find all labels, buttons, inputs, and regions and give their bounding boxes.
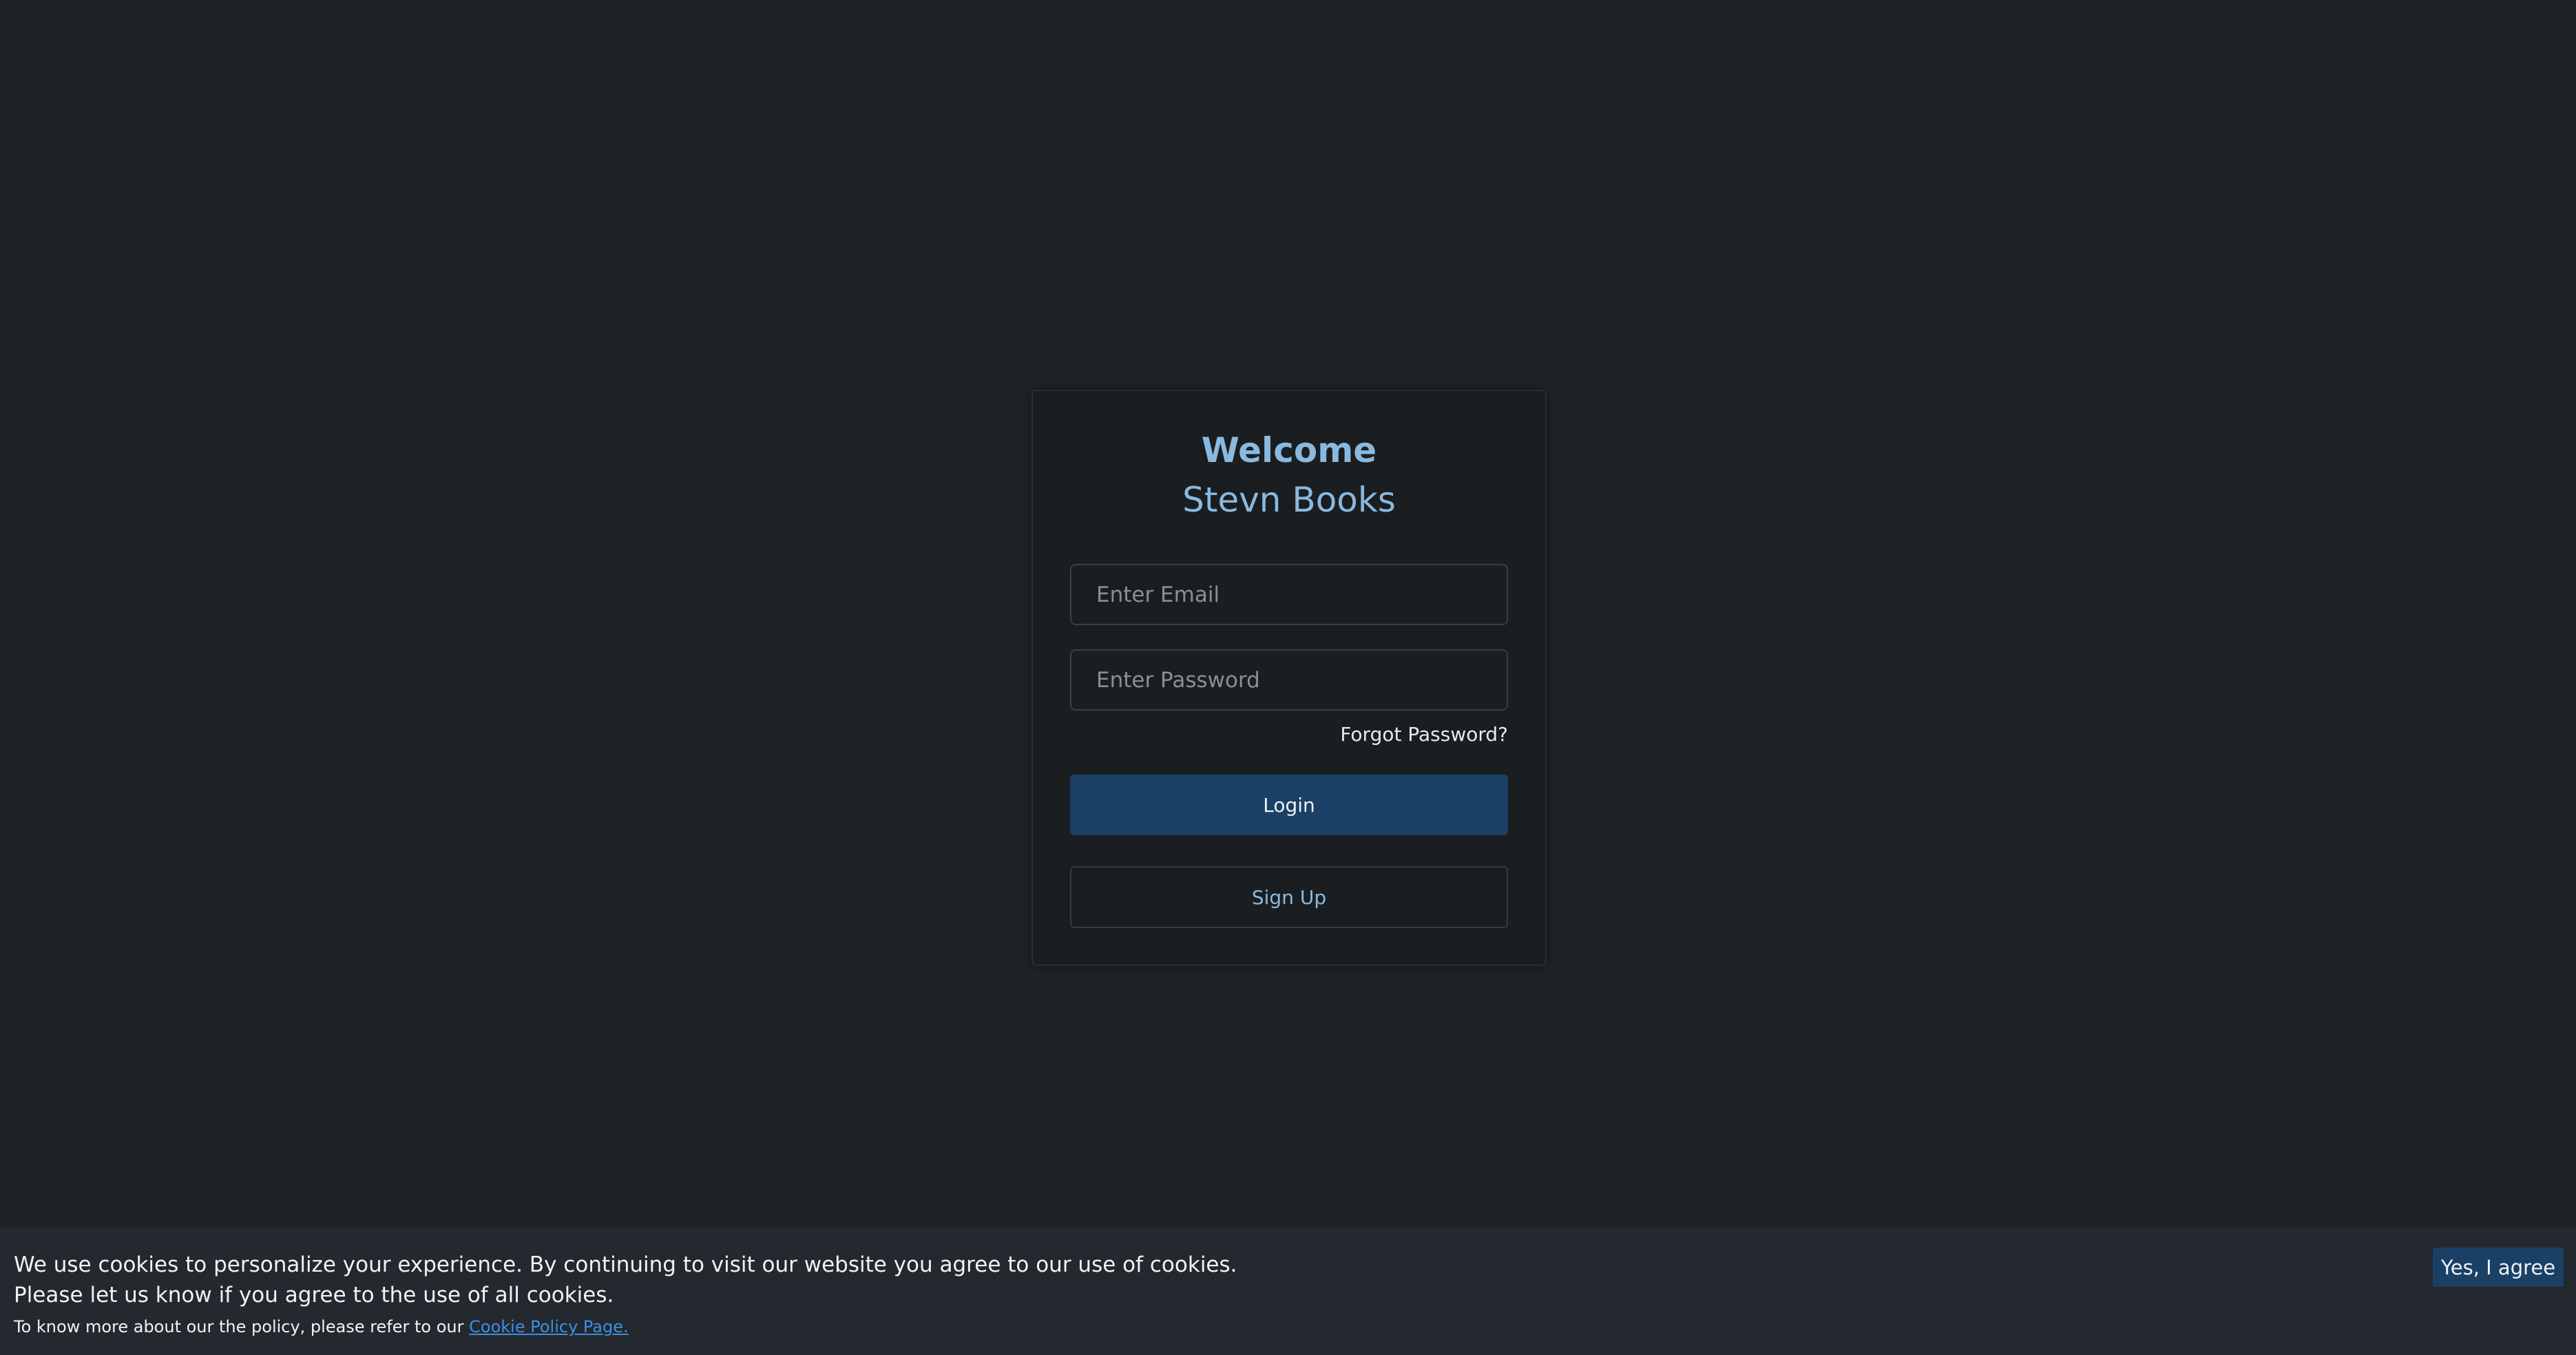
cookie-policy-note: To know more about our the policy, pleas… bbox=[14, 1317, 629, 1336]
cookie-policy-prefix: To know more about our the policy, pleas… bbox=[14, 1317, 464, 1336]
agree-cookies-button[interactable]: Yes, I agree bbox=[2433, 1248, 2564, 1287]
forgot-password-link[interactable]: Forgot Password? bbox=[1340, 723, 1508, 746]
password-field[interactable] bbox=[1070, 649, 1508, 711]
cookie-message: We use cookies to personalize your exper… bbox=[14, 1252, 1237, 1277]
email-field[interactable] bbox=[1070, 564, 1508, 625]
cookie-consent-question: Please let us know if you agree to the u… bbox=[14, 1283, 614, 1307]
cookie-consent-bar: We use cookies to personalize your exper… bbox=[0, 1228, 2576, 1355]
brand-title: Stevn Books bbox=[1182, 480, 1396, 520]
cookie-policy-link[interactable]: Cookie Policy Page. bbox=[469, 1317, 628, 1336]
login-card: Welcome Stevn Books Forgot Password? Log… bbox=[1032, 390, 1547, 966]
login-page: Welcome Stevn Books Forgot Password? Log… bbox=[0, 0, 2576, 1355]
login-button[interactable]: Login bbox=[1070, 775, 1508, 835]
signup-button[interactable]: Sign Up bbox=[1070, 866, 1508, 928]
welcome-heading: Welcome bbox=[1201, 430, 1377, 470]
